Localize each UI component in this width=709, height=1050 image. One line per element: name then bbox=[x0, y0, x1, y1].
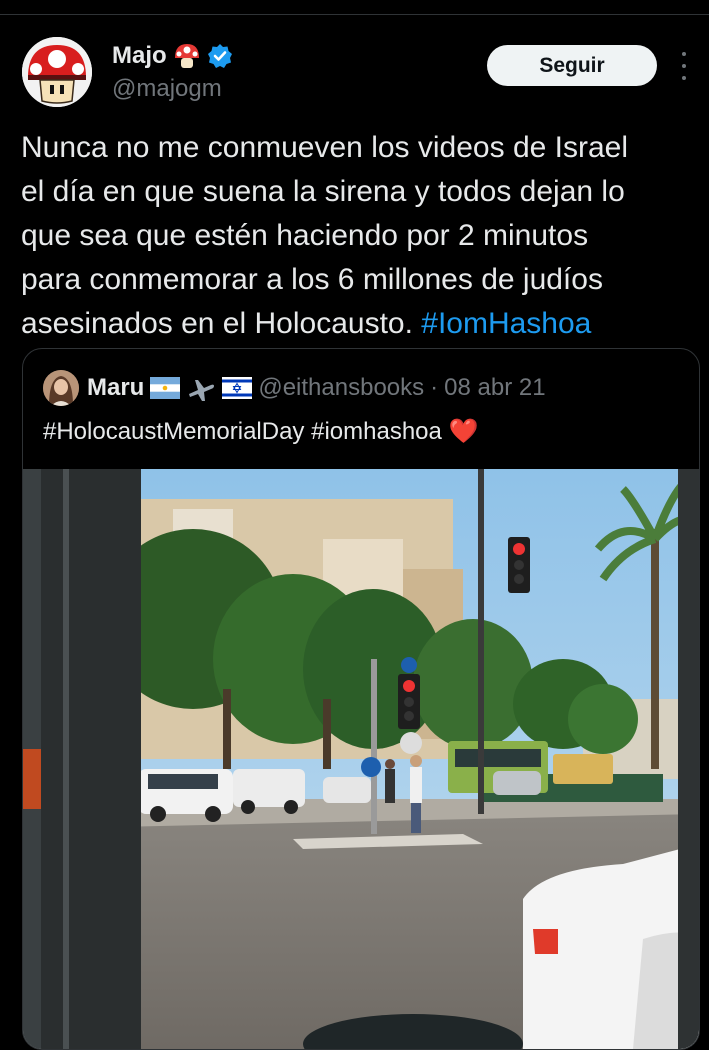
quote-hashtags[interactable]: #HolocaustMemorialDay #iomhashoa bbox=[43, 418, 442, 445]
dot-separator: · bbox=[430, 374, 439, 401]
follow-button[interactable]: Seguir bbox=[487, 45, 657, 86]
verified-badge-icon bbox=[207, 43, 233, 69]
israel-flag-icon bbox=[222, 377, 253, 399]
author-name-row: Majo bbox=[112, 40, 233, 72]
author-handle[interactable]: @majogm bbox=[112, 75, 222, 103]
tweet-text-line: asesinados en el Holocausto. bbox=[21, 307, 422, 340]
tweet-text-line: Nunca no me conmueven los videos de Isra… bbox=[21, 131, 629, 164]
quoted-tweet[interactable]: Maru @eithansbooks · 08 abr 21 #Holocaus… bbox=[22, 348, 700, 1050]
top-divider bbox=[0, 14, 709, 15]
quote-text: #HolocaustMemorialDay #iomhashoa ❤️ bbox=[43, 417, 478, 446]
mushroom-icon bbox=[173, 42, 201, 70]
author-name[interactable]: Majo bbox=[112, 42, 167, 70]
more-options-icon[interactable] bbox=[676, 52, 692, 80]
tweet-text-line: para conmemorar a los 6 millones de judí… bbox=[21, 263, 603, 296]
quote-author-avatar[interactable] bbox=[43, 370, 79, 406]
quote-header: Maru @eithansbooks · 08 abr 21 bbox=[87, 371, 546, 405]
tweet-text: Nunca no me conmueven los videos de Isra… bbox=[21, 126, 701, 346]
hashtag-link[interactable]: #IomHashoa bbox=[421, 307, 591, 340]
tweet-text-line: el día en que suena la sirena y todos de… bbox=[21, 175, 625, 208]
heart-emoji: ❤️ bbox=[448, 418, 479, 445]
argentina-flag-icon bbox=[150, 377, 181, 399]
video-thumbnail[interactable] bbox=[23, 469, 699, 1049]
street-scene-image bbox=[23, 469, 699, 1049]
author-avatar[interactable] bbox=[22, 37, 92, 107]
quote-author-handle[interactable]: @eithansbooks bbox=[258, 374, 424, 402]
tweet-text-last-line: asesinados en el Holocausto. #IomHashoa bbox=[21, 302, 701, 346]
tweet-text-line: que sea que estén haciendo por 2 minutos bbox=[21, 219, 589, 252]
quote-author-name[interactable]: Maru bbox=[87, 374, 144, 402]
quote-date[interactable]: 08 abr 21 bbox=[444, 374, 545, 402]
airplane-icon bbox=[186, 377, 216, 401]
mushroom-avatar-icon bbox=[22, 37, 92, 107]
